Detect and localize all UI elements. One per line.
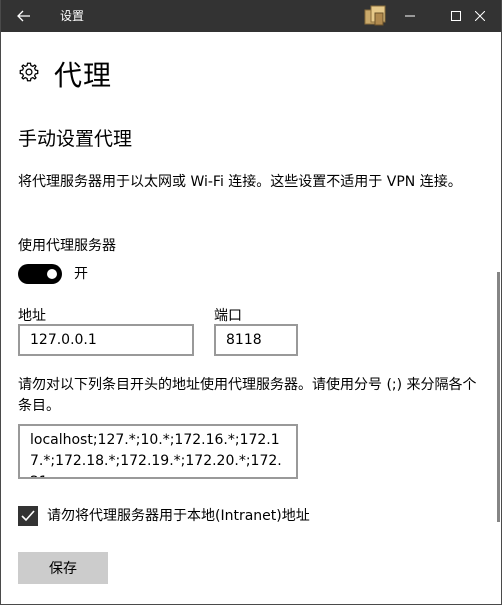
use-proxy-toggle[interactable] — [18, 264, 62, 284]
back-arrow-icon[interactable] — [1, 0, 47, 32]
window-title: 设置 — [60, 9, 85, 23]
save-button[interactable]: 保存 — [18, 552, 108, 584]
manual-proxy-description: 将代理服务器用于以太网或 Wi-Fi 连接。这些设置不适用于 VPN 连接。 — [18, 174, 462, 190]
vertical-scrollbar[interactable] — [497, 272, 500, 522]
bypass-local-checkbox[interactable] — [18, 506, 38, 526]
toggle-state-label: 开 — [74, 266, 88, 282]
port-label: 端口 — [214, 308, 242, 324]
port-input[interactable] — [214, 324, 298, 356]
toggle-knob — [47, 269, 57, 279]
bypass-local-label: 请勿将代理服务器用于本地(Intranet)地址 — [47, 508, 310, 524]
page-title: 代理 — [54, 59, 113, 92]
section-title-manual-proxy: 手动设置代理 — [18, 128, 133, 150]
address-input[interactable] — [18, 324, 194, 356]
use-proxy-label: 使用代理服务器 — [18, 238, 116, 254]
page-header: 代理 — [18, 54, 112, 94]
minimize-icon — [405, 15, 415, 17]
address-label: 地址 — [18, 308, 46, 324]
checkmark-icon — [21, 510, 35, 522]
exceptions-description: 请勿对以下列条目开头的地址使用代理服务器。请使用分号 (;) 来分隔各个条目。 — [18, 377, 477, 414]
gear-icon — [18, 61, 40, 87]
close-button[interactable] — [457, 0, 501, 32]
close-icon — [475, 11, 485, 21]
minimize-button[interactable] — [387, 0, 433, 32]
settings-content: 代理 手动设置代理 将代理服务器用于以太网或 Wi-Fi 连接。这些设置不适用于… — [1, 32, 501, 604]
settings-window: 设置 代理 手动设置代理 将代理服务器用于以太网或 Wi-Fi 连接。这些设置不… — [0, 0, 502, 605]
exceptions-textarea[interactable]: localhost;127.*;10.*;172.16.*;172.17.*;1… — [18, 424, 298, 479]
title-bar: 设置 — [1, 0, 501, 32]
